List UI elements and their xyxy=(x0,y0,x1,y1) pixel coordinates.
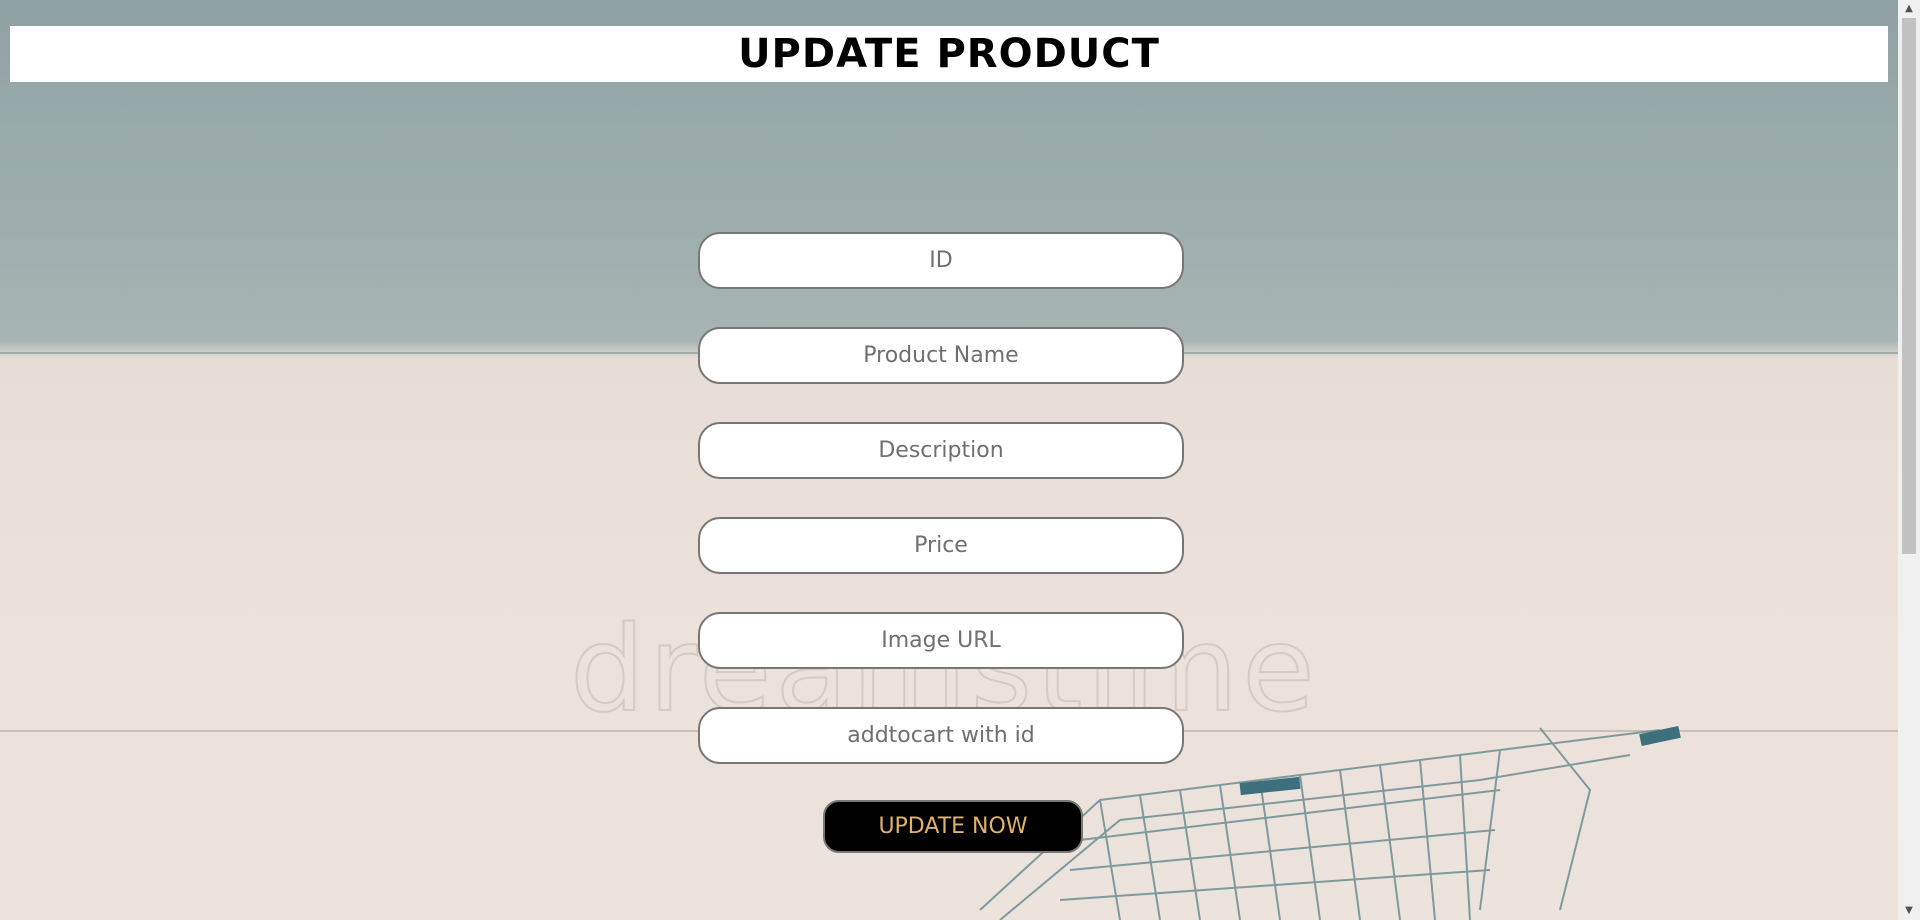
triangle-up-icon[interactable]: ▲ xyxy=(1898,0,1920,18)
image-url-field[interactable] xyxy=(698,612,1184,669)
vertical-scrollbar[interactable]: ▲ ▼ xyxy=(1898,0,1920,920)
triangle-down-icon[interactable]: ▼ xyxy=(1898,902,1920,920)
addtocart-id-field[interactable] xyxy=(698,707,1184,764)
update-now-button[interactable]: UPDATE NOW xyxy=(823,800,1083,853)
update-product-form xyxy=(698,232,1186,802)
description-field[interactable] xyxy=(698,422,1184,479)
price-field[interactable] xyxy=(698,517,1184,574)
page-header: UPDATE PRODUCT xyxy=(10,26,1888,82)
id-field[interactable] xyxy=(698,232,1184,289)
page-background: dreamstime UPDATE PRODUCT ID Product Nam… xyxy=(0,0,1920,920)
scrollbar-thumb[interactable] xyxy=(1902,18,1916,554)
page-title: UPDATE PRODUCT xyxy=(738,31,1160,77)
product-name-field[interactable] xyxy=(698,327,1184,384)
